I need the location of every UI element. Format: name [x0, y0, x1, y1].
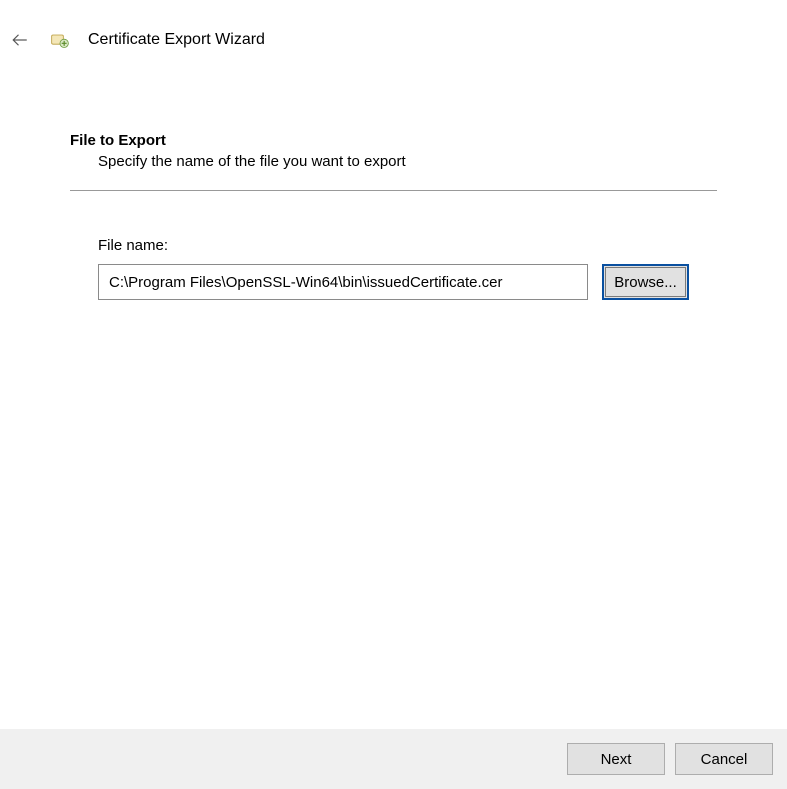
wizard-content: File to Export Specify the name of the f…	[0, 52, 787, 300]
file-form: File name: Browse...	[70, 191, 717, 300]
back-button[interactable]	[8, 28, 32, 52]
browse-button[interactable]: Browse...	[602, 264, 689, 300]
wizard-footer: Next Cancel	[0, 729, 787, 789]
next-button[interactable]: Next	[567, 743, 665, 775]
file-input-row: Browse...	[98, 264, 689, 300]
back-arrow-icon	[11, 31, 29, 49]
page-title: File to Export	[70, 132, 717, 149]
file-name-input[interactable]	[98, 264, 588, 300]
wizard-title: Certificate Export Wizard	[88, 31, 265, 49]
cancel-button[interactable]: Cancel	[675, 743, 773, 775]
wizard-header: Certificate Export Wizard	[0, 0, 787, 52]
certificate-wizard-icon	[50, 30, 70, 50]
page-subtitle: Specify the name of the file you want to…	[98, 153, 717, 170]
file-name-label: File name:	[98, 237, 689, 254]
